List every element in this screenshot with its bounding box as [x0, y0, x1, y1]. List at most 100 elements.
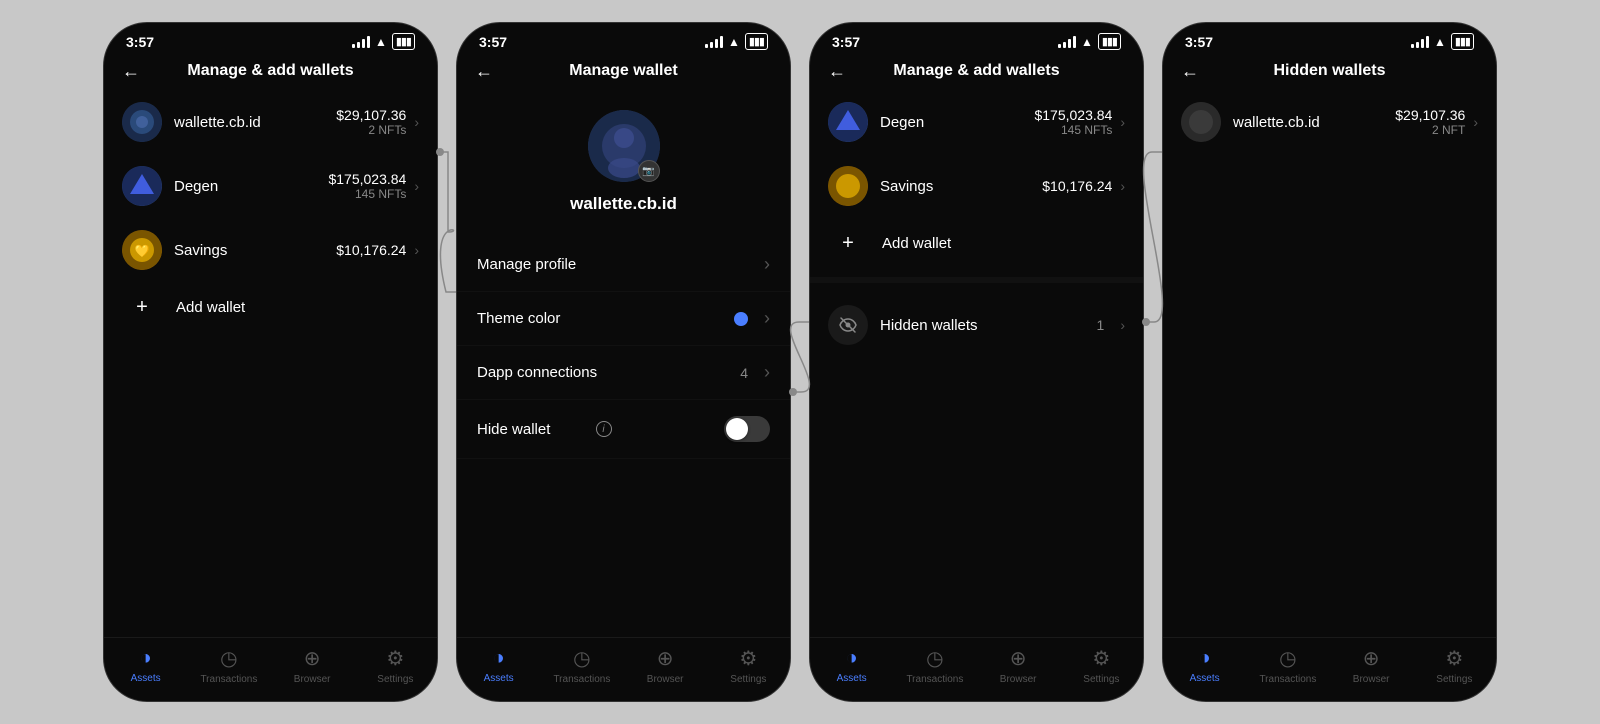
screen-title-1: Manage & add wallets	[187, 62, 353, 80]
dapp-connections-value: 4	[740, 365, 748, 381]
signal-icon-3	[1058, 36, 1076, 48]
wallet-info-savings-3: Savings	[880, 178, 1042, 195]
assets-icon-3: ◑	[846, 647, 858, 670]
wallet-item-wallette-hidden[interactable]: wallette.cb.id $29,107.36 2 NFT ›	[1163, 90, 1496, 154]
wallet-item-degen[interactable]: Degen $175,023.84 145 NFTs ›	[104, 154, 437, 218]
signal-icon-1	[352, 36, 370, 48]
wallet-info-wallette: wallette.cb.id	[174, 114, 336, 131]
phone-2: 3:57 ▲ ▮▮▮ ← Manage wallet	[456, 22, 791, 702]
chevron-wallette-hidden: ›	[1473, 114, 1478, 130]
chevron-theme-color: ›	[764, 308, 770, 329]
add-wallet-button-3[interactable]: + Add wallet	[810, 218, 1143, 269]
screen-content-4: wallette.cb.id $29,107.36 2 NFT ›	[1163, 90, 1496, 637]
wifi-icon-4: ▲	[1434, 35, 1446, 49]
phone-3: 3:57 ▲ ▮▮▮ ← Manage & add wallets	[809, 22, 1144, 702]
assets-label-3: Assets	[837, 673, 867, 684]
nav-settings-2[interactable]: ⚙ Settings	[707, 646, 790, 685]
screen-content-3: Degen $175,023.84 145 NFTs › Savings	[810, 90, 1143, 637]
browser-label-3: Browser	[1000, 674, 1037, 685]
nav-assets-3[interactable]: ◑ Assets	[810, 647, 893, 684]
assets-label-2: Assets	[484, 673, 514, 684]
wallet-item-savings-3[interactable]: Savings $10,176.24 ›	[810, 154, 1143, 218]
wallet-right-degen-3: $175,023.84 145 NFTs	[1034, 107, 1112, 137]
nav-settings-3[interactable]: ⚙ Settings	[1060, 646, 1143, 685]
transactions-label-1: Transactions	[200, 674, 257, 685]
info-icon-hide-wallet: i	[596, 421, 612, 437]
transactions-icon-4: ◷	[1279, 646, 1296, 671]
nav-browser-4[interactable]: ⊕ Browser	[1330, 646, 1413, 685]
hidden-wallets-row[interactable]: Hidden wallets 1 ›	[810, 291, 1143, 359]
wifi-icon-3: ▲	[1081, 35, 1093, 49]
back-button-4[interactable]: ←	[1181, 61, 1199, 82]
wallet-info-degen: Degen	[174, 178, 328, 195]
battery-icon-3: ▮▮▮	[1098, 33, 1121, 50]
nav-settings-1[interactable]: ⚙ Settings	[354, 646, 437, 685]
wallet-nfts-degen-3: 145 NFTs	[1034, 123, 1112, 137]
nav-browser-2[interactable]: ⊕ Browser	[624, 646, 707, 685]
nav-assets-4[interactable]: ◑ Assets	[1163, 647, 1246, 684]
screen-manage-add-wallets: 3:57 ▲ ▮▮▮ ← Manage & add wallets	[103, 22, 438, 702]
menu-theme-color[interactable]: Theme color ›	[457, 292, 790, 346]
battery-icon-1: ▮▮▮	[392, 33, 415, 50]
browser-icon-1: ⊕	[304, 646, 321, 671]
wallet-right-wallette: $29,107.36 2 NFTs	[336, 107, 406, 137]
back-button-2[interactable]: ←	[475, 61, 493, 82]
assets-icon-1: ◑	[140, 647, 152, 670]
transactions-icon-1: ◷	[220, 646, 237, 671]
chevron-manage-profile: ›	[764, 254, 770, 275]
wallet-right-savings-3: $10,176.24	[1042, 178, 1112, 194]
avatar-degen-3	[828, 102, 868, 142]
screen-header-3: ← Manage & add wallets	[810, 54, 1143, 90]
browser-label-1: Browser	[294, 674, 331, 685]
wallet-value-wallette-hidden: $29,107.36	[1395, 107, 1465, 123]
add-wallet-label-3: Add wallet	[882, 235, 951, 252]
back-button-3[interactable]: ←	[828, 61, 846, 82]
time-3: 3:57	[832, 34, 860, 50]
wifi-icon-1: ▲	[375, 35, 387, 49]
nav-browser-3[interactable]: ⊕ Browser	[977, 646, 1060, 685]
menu-hide-wallet[interactable]: Hide wallet i	[457, 400, 790, 459]
wallet-item-wallette[interactable]: wallette.cb.id $29,107.36 2 NFTs ›	[104, 90, 437, 154]
profile-avatar-wrap: 📷	[588, 110, 660, 182]
nav-assets-1[interactable]: ◑ Assets	[104, 647, 187, 684]
screen-header-2: ← Manage wallet	[457, 54, 790, 90]
transactions-icon-3: ◷	[926, 646, 943, 671]
wallet-name-savings: Savings	[174, 242, 336, 259]
assets-label-1: Assets	[131, 673, 161, 684]
nav-transactions-4[interactable]: ◷ Transactions	[1246, 646, 1329, 685]
wallet-item-degen-3[interactable]: Degen $175,023.84 145 NFTs ›	[810, 90, 1143, 154]
avatar-wallette-hidden	[1181, 102, 1221, 142]
chevron-hidden-wallets: ›	[1120, 317, 1125, 333]
status-icons-2: ▲ ▮▮▮	[705, 33, 768, 50]
plus-icon-1: +	[122, 296, 162, 319]
back-button-1[interactable]: ←	[122, 61, 140, 82]
avatar-savings-1: 💛	[122, 230, 162, 270]
status-bar-1: 3:57 ▲ ▮▮▮	[104, 23, 437, 54]
bottom-nav-4: ◑ Assets ◷ Transactions ⊕ Browser ⚙ Sett…	[1163, 637, 1496, 701]
wallet-nfts-degen: 145 NFTs	[328, 187, 406, 201]
camera-badge[interactable]: 📷	[638, 160, 660, 182]
browser-icon-4: ⊕	[1363, 646, 1380, 671]
nav-browser-1[interactable]: ⊕ Browser	[271, 646, 354, 685]
chevron-dapp-connections: ›	[764, 362, 770, 383]
hide-wallet-toggle[interactable]	[724, 416, 770, 442]
menu-dapp-connections[interactable]: Dapp connections 4 ›	[457, 346, 790, 400]
status-bar-3: 3:57 ▲ ▮▮▮	[810, 23, 1143, 54]
menu-manage-profile[interactable]: Manage profile ›	[457, 238, 790, 292]
wallet-item-savings[interactable]: 💛 Savings $10,176.24 ›	[104, 218, 437, 282]
wallet-info-savings: Savings	[174, 242, 336, 259]
nav-transactions-1[interactable]: ◷ Transactions	[187, 646, 270, 685]
wallet-value-savings-3: $10,176.24	[1042, 178, 1112, 194]
add-wallet-button-1[interactable]: + Add wallet	[104, 282, 437, 333]
screen-manage-wallet: 3:57 ▲ ▮▮▮ ← Manage wallet	[456, 22, 791, 702]
transactions-label-4: Transactions	[1259, 674, 1316, 685]
nav-transactions-3[interactable]: ◷ Transactions	[893, 646, 976, 685]
status-icons-4: ▲ ▮▮▮	[1411, 33, 1474, 50]
nav-transactions-2[interactable]: ◷ Transactions	[540, 646, 623, 685]
settings-label-3: Settings	[1083, 674, 1119, 685]
signal-icon-4	[1411, 36, 1429, 48]
nav-settings-4[interactable]: ⚙ Settings	[1413, 646, 1496, 685]
wallet-value-degen: $175,023.84	[328, 171, 406, 187]
avatar-wallette	[122, 102, 162, 142]
nav-assets-2[interactable]: ◑ Assets	[457, 647, 540, 684]
